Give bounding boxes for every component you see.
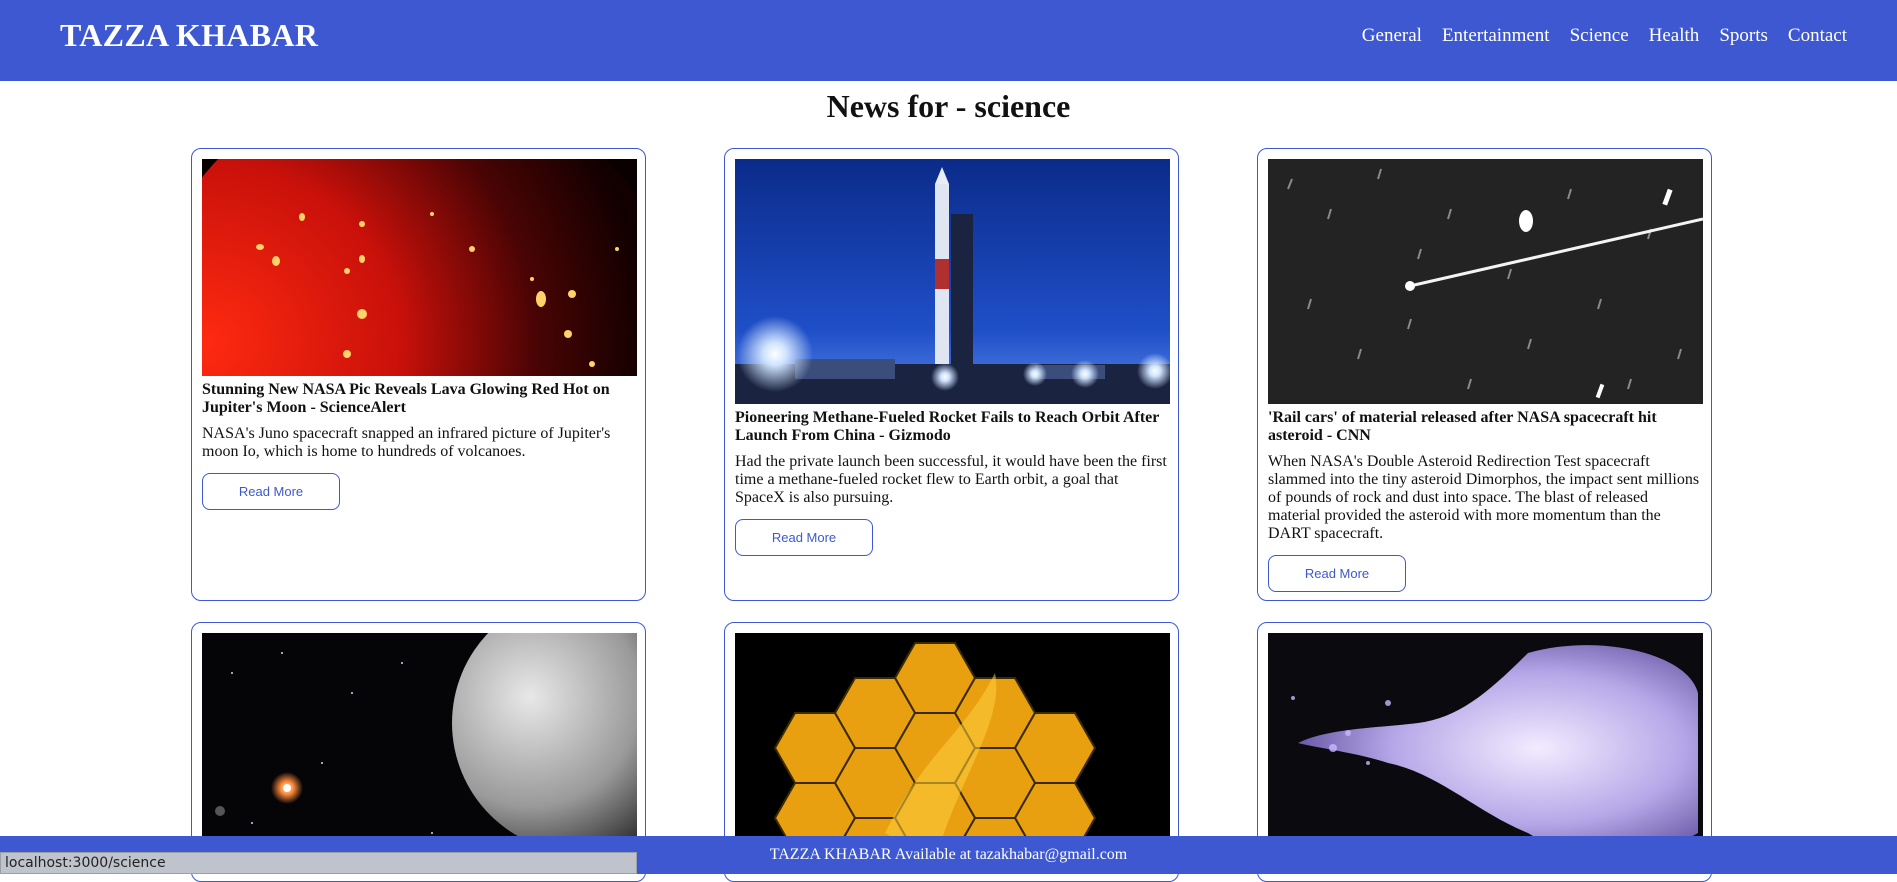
news-image <box>202 159 637 376</box>
news-image-rocket <box>735 159 1170 404</box>
news-image <box>202 633 637 863</box>
read-more-button[interactable]: Read More <box>735 519 873 556</box>
navbar: TAZZA KHABAR General Entertainment Scien… <box>0 0 1897 81</box>
news-image-asteroid <box>1268 159 1703 404</box>
nav-link-general[interactable]: General <box>1362 25 1422 47</box>
news-card: 'Rail cars' of material released after N… <box>1257 148 1712 601</box>
news-image-io-moon <box>202 159 637 376</box>
nav-link-entertainment[interactable]: Entertainment <box>1442 25 1550 47</box>
news-title: 'Rail cars' of material released after N… <box>1268 409 1657 444</box>
news-description: Had the private launch been successful, … <box>735 453 1167 506</box>
nav-links: General Entertainment Science Health Spo… <box>1362 25 1847 47</box>
page-title: News for - science <box>826 88 1071 124</box>
news-image <box>735 633 1170 863</box>
news-image <box>1268 633 1703 863</box>
read-more-button[interactable]: Read More <box>1268 555 1406 592</box>
news-card: Pioneering Methane-Fueled Rocket Fails t… <box>724 148 1179 601</box>
nav-link-health[interactable]: Health <box>1649 25 1700 47</box>
news-image <box>735 159 1170 404</box>
news-title: Stunning New NASA Pic Reveals Lava Glowi… <box>202 381 610 416</box>
brand-logo[interactable]: TAZZA KHABAR <box>60 17 318 54</box>
news-image-ice-impact <box>1268 633 1703 863</box>
nav-link-sports[interactable]: Sports <box>1719 25 1768 47</box>
news-image-telescope-mirror <box>735 633 1170 863</box>
read-more-button[interactable]: Read More <box>202 473 340 510</box>
news-image-exoplanet <box>202 633 637 863</box>
news-title: Pioneering Methane-Fueled Rocket Fails t… <box>735 409 1160 444</box>
news-image <box>1268 159 1703 404</box>
browser-status-url: localhost:3000/science <box>0 852 637 874</box>
news-card: Stunning New NASA Pic Reveals Lava Glowi… <box>191 148 646 601</box>
nav-link-contact[interactable]: Contact <box>1788 25 1847 47</box>
news-description: NASA's Juno spacecraft snapped an infrar… <box>202 425 611 460</box>
news-description: When NASA's Double Asteroid Redirection … <box>1268 453 1700 542</box>
nav-link-science[interactable]: Science <box>1570 25 1629 47</box>
